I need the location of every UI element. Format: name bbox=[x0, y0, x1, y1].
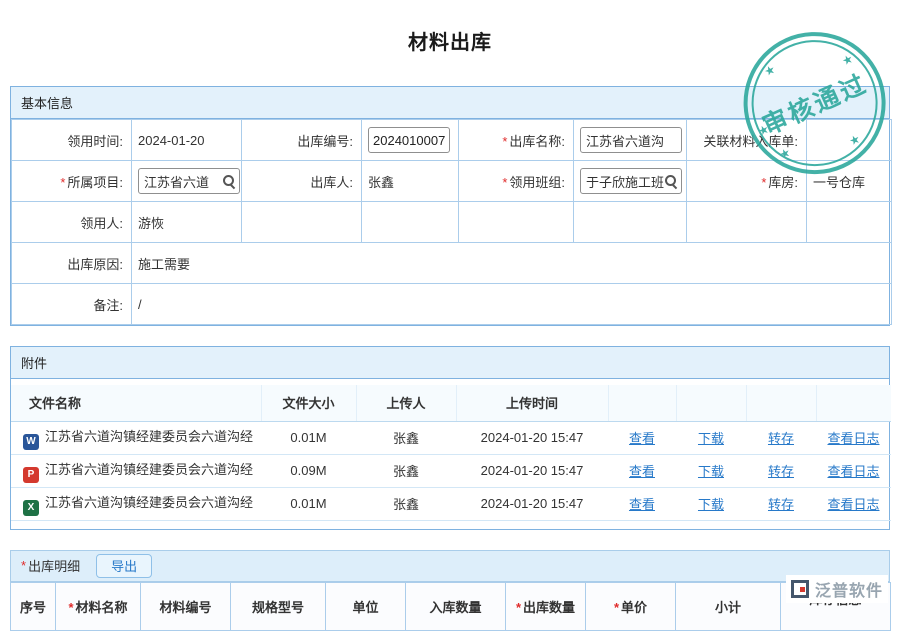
page-title: 材料出库 bbox=[0, 26, 900, 55]
outbound-detail-header: * 出库明细 导出 bbox=[10, 550, 890, 582]
attachment-row: X 江苏省六道沟镇经建委员会六道沟经 0.01M 张鑫 2024-01-20 15… bbox=[11, 487, 891, 520]
word-file-icon: W bbox=[23, 434, 39, 450]
view-link[interactable]: 查看 bbox=[629, 431, 655, 446]
col-file-size: 文件大小 bbox=[261, 385, 356, 421]
view-log-link[interactable]: 查看日志 bbox=[827, 431, 879, 446]
remark-value: / bbox=[132, 284, 892, 325]
col-file-name: 文件名称 bbox=[11, 385, 261, 421]
col-uploader: 上传人 bbox=[356, 385, 456, 421]
usage-time-label: 领用时间: bbox=[12, 120, 132, 161]
pdf-file-icon: P bbox=[23, 467, 39, 483]
required-marker: * bbox=[614, 600, 619, 615]
outbound-detail-table: 序号 *材料名称 材料编号 规格型号 单位 入库数量 *出库数量 *单价 小计 … bbox=[10, 582, 891, 631]
form-row: 领用人: 游恢 bbox=[12, 202, 892, 243]
col-material-name: *材料名称 bbox=[56, 582, 141, 630]
file-upload-time: 2024-01-20 15:47 bbox=[456, 421, 608, 454]
col-spec: 规格型号 bbox=[231, 582, 326, 630]
excel-file-icon: X bbox=[23, 500, 39, 516]
file-size: 0.01M bbox=[261, 421, 356, 454]
file-upload-time: 2024-01-20 15:47 bbox=[456, 487, 608, 520]
file-size: 0.09M bbox=[261, 454, 356, 487]
col-subtotal: 小计 bbox=[676, 582, 781, 630]
file-upload-time: 2024-01-20 15:47 bbox=[456, 454, 608, 487]
outbound-name-input[interactable]: 江苏省六道沟 bbox=[580, 127, 682, 153]
warehouse-value: 一号仓库 bbox=[807, 161, 892, 202]
outbound-no-label: 出库编号: bbox=[242, 120, 362, 161]
search-icon[interactable] bbox=[664, 174, 678, 188]
outbound-name-label: *出库名称: bbox=[459, 120, 574, 161]
required-marker: * bbox=[502, 175, 507, 190]
basic-info-title: 基本信息 bbox=[11, 87, 889, 119]
file-name: 江苏省六道沟镇经建委员会六道沟经 bbox=[45, 429, 253, 444]
form-row: 领用时间: 2024-01-20 出库编号: *出库名称: 江苏省六道沟 关联材… bbox=[12, 120, 892, 161]
reason-label: 出库原因: bbox=[12, 243, 132, 284]
brand-icon bbox=[791, 580, 809, 598]
form-row: 出库原因: 施工需要 bbox=[12, 243, 892, 284]
view-link[interactable]: 查看 bbox=[629, 464, 655, 479]
col-price: *单价 bbox=[586, 582, 676, 630]
view-log-link[interactable]: 查看日志 bbox=[827, 464, 879, 479]
col-seq: 序号 bbox=[11, 582, 56, 630]
attachment-row: W 江苏省六道沟镇经建委员会六道沟经 0.01M 张鑫 2024-01-20 15… bbox=[11, 421, 891, 454]
file-uploader: 张鑫 bbox=[356, 421, 456, 454]
required-marker: * bbox=[761, 175, 766, 190]
required-marker: * bbox=[21, 558, 26, 573]
attachment-row: P 江苏省六道沟镇经建委员会六道沟经 0.09M 张鑫 2024-01-20 15… bbox=[11, 454, 891, 487]
col-upload-time: 上传时间 bbox=[456, 385, 608, 421]
required-marker: * bbox=[516, 600, 521, 615]
attachments-section: 附件 文件名称 文件大小 上传人 上传时间 W 江苏省六道沟镇经建委员会六道沟经 … bbox=[10, 346, 890, 530]
outbound-no-input[interactable] bbox=[368, 127, 450, 153]
reason-value: 施工需要 bbox=[132, 243, 892, 284]
recipient-label: 领用人: bbox=[12, 202, 132, 243]
basic-info-section: 基本信息 领用时间: 2024-01-20 出库编号: *出库名称: 江苏省六道… bbox=[10, 86, 890, 326]
recipient-value: 游恢 bbox=[132, 202, 242, 243]
team-search-input[interactable]: 于子欣施工班 bbox=[580, 168, 682, 194]
form-row: *所属项目: 江苏省六道 出库人: 张鑫 *领用班组: 于子欣施工班 *库房: … bbox=[12, 161, 892, 202]
export-button[interactable]: 导出 bbox=[96, 554, 152, 578]
required-marker: * bbox=[68, 600, 73, 615]
warehouse-label: *库房: bbox=[687, 161, 807, 202]
col-material-no: 材料编号 bbox=[141, 582, 231, 630]
project-search-input[interactable]: 江苏省六道 bbox=[138, 168, 240, 194]
brand-name: 泛普软件 bbox=[815, 577, 883, 601]
attachments-table: 文件名称 文件大小 上传人 上传时间 W 江苏省六道沟镇经建委员会六道沟经 0.0… bbox=[11, 385, 891, 521]
transfer-link[interactable]: 转存 bbox=[768, 464, 794, 479]
required-marker: * bbox=[502, 134, 507, 149]
outbound-person-value: 张鑫 bbox=[362, 161, 459, 202]
project-label: *所属项目: bbox=[12, 161, 132, 202]
col-in-qty: 入库数量 bbox=[406, 582, 506, 630]
col-out-qty: *出库数量 bbox=[506, 582, 586, 630]
file-size: 0.01M bbox=[261, 487, 356, 520]
attachments-header-row: 文件名称 文件大小 上传人 上传时间 bbox=[11, 385, 891, 421]
download-link[interactable]: 下载 bbox=[698, 431, 724, 446]
file-uploader: 张鑫 bbox=[356, 487, 456, 520]
usage-time-value: 2024-01-20 bbox=[132, 120, 242, 161]
outbound-detail-title: 出库明细 bbox=[28, 556, 80, 575]
view-log-link[interactable]: 查看日志 bbox=[827, 497, 879, 512]
download-link[interactable]: 下载 bbox=[698, 464, 724, 479]
outbound-person-label: 出库人: bbox=[242, 161, 362, 202]
view-link[interactable]: 查看 bbox=[629, 497, 655, 512]
file-name: 江苏省六道沟镇经建委员会六道沟经 bbox=[45, 462, 253, 477]
detail-header-row: 序号 *材料名称 材料编号 规格型号 单位 入库数量 *出库数量 *单价 小计 … bbox=[11, 582, 891, 630]
file-uploader: 张鑫 bbox=[356, 454, 456, 487]
remark-label: 备注: bbox=[12, 284, 132, 325]
file-name: 江苏省六道沟镇经建委员会六道沟经 bbox=[45, 495, 253, 510]
attachments-title: 附件 bbox=[11, 347, 889, 379]
transfer-link[interactable]: 转存 bbox=[768, 497, 794, 512]
team-label: *领用班组: bbox=[459, 161, 574, 202]
search-icon[interactable] bbox=[222, 174, 236, 188]
brand-logo: 泛普软件 bbox=[786, 575, 888, 603]
download-link[interactable]: 下载 bbox=[698, 497, 724, 512]
form-row: 备注: / bbox=[12, 284, 892, 325]
related-inbound-value bbox=[807, 120, 892, 161]
star-icon: ★ bbox=[762, 62, 778, 79]
transfer-link[interactable]: 转存 bbox=[768, 431, 794, 446]
basic-info-table: 领用时间: 2024-01-20 出库编号: *出库名称: 江苏省六道沟 关联材… bbox=[11, 119, 892, 325]
col-unit: 单位 bbox=[326, 582, 406, 630]
related-inbound-label: 关联材料入库单: bbox=[687, 120, 807, 161]
required-marker: * bbox=[60, 175, 65, 190]
